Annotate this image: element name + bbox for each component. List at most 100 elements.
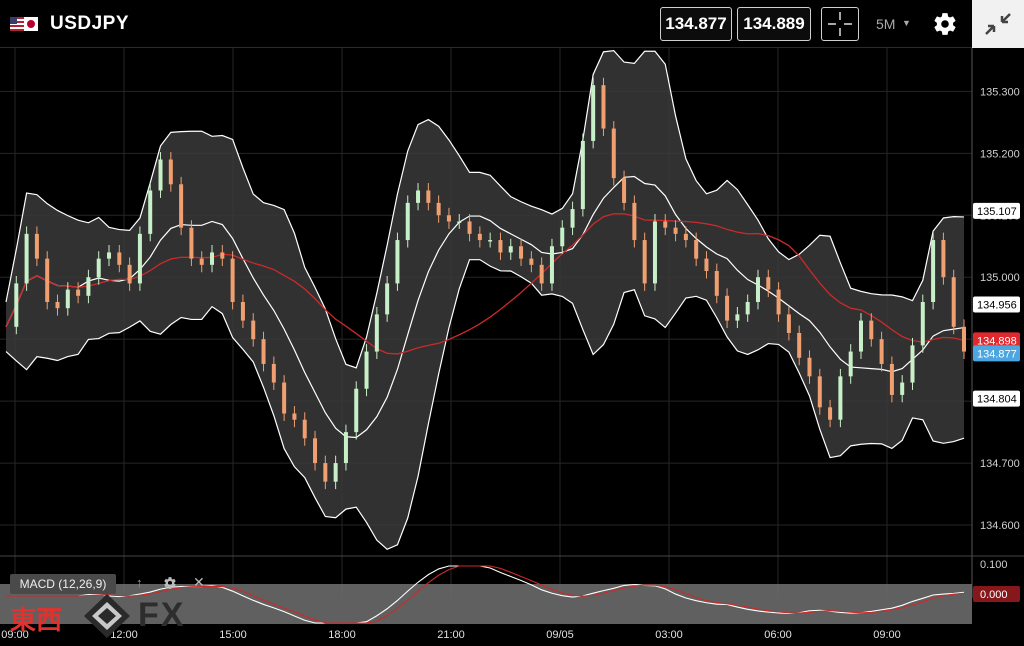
ask-price-button[interactable]: 134.889	[737, 7, 811, 41]
candle-body	[251, 320, 256, 340]
time-tick-label: 06:00	[764, 629, 792, 641]
candle-body	[343, 432, 348, 464]
candle-body	[24, 233, 29, 284]
candle-body	[179, 184, 184, 228]
candle-body	[488, 240, 493, 242]
candle-body	[199, 258, 204, 265]
us-jp-flag-icon	[10, 17, 38, 31]
macd-tick-label: 0.100	[980, 559, 1008, 571]
time-tick-label: 03:00	[655, 629, 683, 641]
candle-body	[714, 271, 719, 296]
candle-body	[580, 140, 585, 210]
price-tag-label: 134.804	[977, 394, 1017, 406]
candle-body	[333, 463, 338, 482]
candle-body	[962, 326, 966, 352]
time-tick-label: 15:00	[219, 629, 247, 641]
candle-body	[889, 363, 894, 395]
candle-body	[457, 221, 462, 223]
candle-body	[910, 345, 915, 383]
candle-body	[292, 413, 297, 420]
candle-body	[446, 215, 451, 222]
candle-body	[395, 240, 400, 284]
candle-body	[261, 339, 266, 364]
collapse-arrows-icon	[985, 13, 1011, 35]
candle-body	[529, 258, 534, 265]
candle-body	[148, 190, 153, 234]
candle-body	[869, 320, 874, 340]
candle-body	[189, 227, 194, 259]
candle-body	[694, 240, 699, 259]
symbol-name[interactable]: USDJPY	[50, 13, 129, 35]
bid-price-button[interactable]: 134.877	[660, 7, 732, 41]
candle-body	[426, 190, 431, 203]
candle-body	[323, 463, 328, 482]
candle-body	[240, 302, 245, 321]
candle-body	[931, 240, 936, 302]
candle-body	[900, 382, 905, 395]
candle-body	[735, 314, 740, 321]
arrow-up-icon[interactable]: ↑	[136, 575, 143, 590]
price-tick-label: 134.600	[980, 520, 1020, 532]
price-tick-label: 135.200	[980, 148, 1020, 160]
candle-body	[220, 252, 225, 259]
candle-body	[725, 295, 730, 321]
candle-body	[786, 314, 791, 333]
candle-body	[663, 221, 668, 228]
candle-body	[508, 246, 513, 253]
candle-body	[158, 159, 163, 191]
price-chart[interactable]: 135.300135.200135.100135.000134.900134.8…	[0, 48, 1024, 646]
candle-body	[477, 233, 482, 241]
candle-body	[282, 382, 287, 414]
candle-body	[76, 289, 81, 296]
collapse-button[interactable]	[972, 0, 1024, 48]
candle-body	[55, 302, 60, 309]
diamond-logo-icon	[84, 594, 130, 638]
candle-body	[14, 283, 19, 327]
candle-body	[313, 438, 318, 464]
price-tag-label: 134.877	[977, 348, 1017, 360]
candle-body	[34, 233, 39, 259]
candle-body	[601, 85, 606, 129]
time-tick-label: 09:00	[873, 629, 901, 641]
candle-body	[271, 363, 276, 383]
candle-body	[86, 277, 91, 296]
candle-body	[611, 128, 616, 179]
candle-body	[797, 332, 802, 358]
candle-body	[817, 376, 822, 408]
macd-indicator-label[interactable]: MACD (12,26,9)	[10, 574, 116, 594]
bollinger-band-fill	[6, 50, 964, 550]
candle-body	[848, 351, 853, 377]
candle-body	[755, 277, 760, 302]
gear-icon[interactable]	[932, 11, 958, 37]
candle-body	[416, 190, 421, 203]
candle-body	[673, 227, 678, 234]
candle-body	[374, 314, 379, 352]
candle-body	[65, 289, 70, 309]
chevron-down-icon[interactable]: ▼	[902, 18, 911, 28]
candle-body	[137, 233, 142, 284]
candle-body	[622, 178, 627, 203]
candle-body	[570, 209, 575, 228]
candle-body	[704, 258, 709, 272]
time-tick-label: 18:00	[328, 629, 356, 641]
crosshair-button[interactable]	[821, 7, 859, 41]
candle-body	[941, 240, 946, 278]
top-toolbar: USDJPY 134.877 134.889 5M ▼	[0, 0, 1024, 48]
candle-body	[45, 258, 50, 302]
candle-body	[96, 258, 101, 278]
candle-body	[951, 277, 956, 327]
candle-body	[683, 233, 688, 241]
close-icon[interactable]: ✕	[193, 574, 205, 591]
candle-body	[436, 202, 441, 216]
candle-body	[560, 227, 565, 247]
candle-body	[879, 339, 884, 364]
candle-body	[828, 407, 833, 420]
candle-body	[405, 202, 410, 241]
candle-body	[745, 302, 750, 315]
watermark-cjk: 東西	[10, 606, 63, 636]
time-tick-label: 21:00	[437, 629, 465, 641]
price-tag-label: 135.107	[977, 206, 1017, 218]
gear-icon[interactable]	[163, 576, 177, 590]
timeframe-select[interactable]: 5M	[876, 16, 895, 32]
candle-body	[467, 221, 472, 234]
